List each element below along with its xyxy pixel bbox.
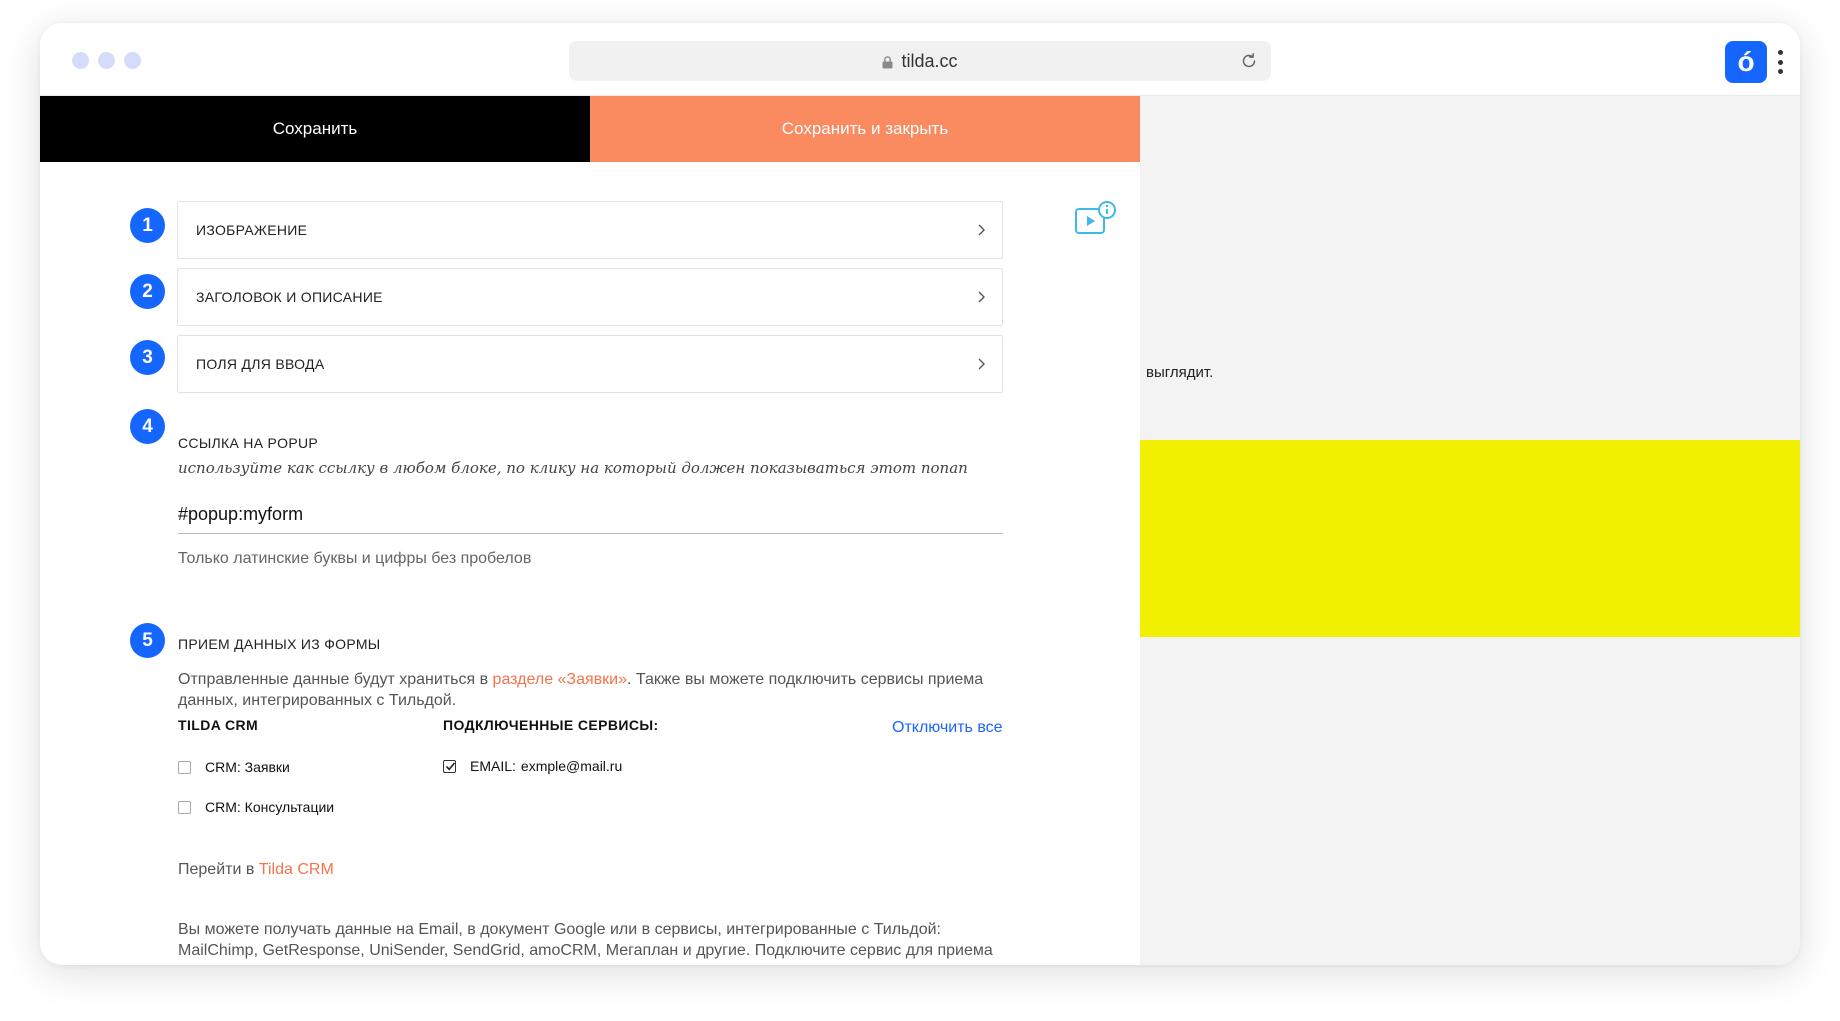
accordion-image-label: ИЗОБРАЖЕНИЕ: [196, 222, 308, 238]
window-controls: [72, 52, 141, 69]
lock-icon: [882, 55, 893, 68]
accordion-image[interactable]: ИЗОБРАЖЕНИЕ: [177, 201, 1003, 259]
url-text: tilda.cc: [901, 50, 958, 71]
integrations-text: Вы можете получать данные на Email, в до…: [178, 921, 993, 959]
preview-text: выглядит.: [1146, 364, 1214, 381]
preview-yellow-block: [1140, 440, 1800, 637]
form-data-title: ПРИЕМ ДАННЫХ ИЗ ФОРМЫ: [178, 636, 381, 652]
popup-link-hint: используйте как ссылку в любом блоке, по…: [178, 459, 968, 477]
accordion-heading-label: ЗАГОЛОВОК И ОПИСАНИЕ: [196, 289, 383, 305]
service-email-checkbox[interactable]: [443, 759, 456, 773]
crm-option-consultations[interactable]: CRM: Консультации: [178, 799, 334, 815]
save-and-close-button[interactable]: Сохранить и закрыть: [590, 96, 1140, 162]
accordion-heading[interactable]: ЗАГОЛОВОК И ОПИСАНИЕ: [177, 268, 1003, 326]
step-number-4: 4: [130, 409, 165, 444]
crm-option-requests[interactable]: CRM: Заявки: [178, 759, 290, 775]
crm-requests-checkbox[interactable]: [178, 760, 191, 774]
step-number-2: 2: [130, 274, 165, 309]
chevron-right-icon: [978, 358, 985, 370]
step-number-5: 5: [130, 623, 165, 658]
video-help-icon[interactable]: [1074, 200, 1118, 240]
chevron-right-icon: [978, 224, 985, 236]
step-number-3: 3: [130, 340, 165, 375]
chevron-right-icon: [978, 291, 985, 303]
popup-link-title: ССЫЛКА НА POPUP: [178, 435, 319, 451]
crm-consultations-label: CRM: Консультации: [205, 799, 335, 815]
brand-extension-button[interactable]: ó: [1725, 41, 1767, 83]
kebab-menu-icon[interactable]: [1777, 50, 1783, 74]
form-data-intro: Отправленные данные будут храниться в ра…: [178, 669, 1008, 711]
window-close-dot[interactable]: [72, 52, 89, 69]
window-minimize-dot[interactable]: [98, 52, 115, 69]
save-bar: Сохранить Сохранить и закрыть: [40, 96, 1140, 162]
popup-link-input[interactable]: [178, 496, 1003, 534]
settings-panel: Сохранить Сохранить и закрыть 1 ИЗОБРАЖЕ…: [40, 96, 1140, 965]
accordion-input-fields-label: ПОЛЯ ДЛЯ ВВОДА: [196, 356, 325, 372]
brand-letter: ó: [1737, 46, 1755, 77]
save-button[interactable]: Сохранить: [40, 96, 590, 162]
goto-crm-line: Перейти в Tilda CRM: [178, 859, 1008, 880]
browser-window: tilda.cc ó Сохранить Сохранить и закрыть…: [40, 23, 1800, 965]
connected-services-header: ПОДКЛЮЧЕННЫЕ СЕРВИСЫ:: [443, 717, 659, 733]
service-email-option[interactable]: EMAIL: exmple@mail.ru: [443, 758, 622, 774]
checkmark-icon: [445, 761, 456, 770]
accordion-input-fields[interactable]: ПОЛЯ ДЛЯ ВВОДА: [177, 335, 1003, 393]
form-data-intro-before: Отправленные данные будут храниться в: [178, 671, 493, 688]
service-email-value: exmple@mail.ru: [520, 758, 623, 774]
goto-crm-prefix: Перейти в: [178, 861, 259, 878]
address-bar[interactable]: tilda.cc: [569, 41, 1271, 81]
crm-requests-label: CRM: Заявки: [205, 759, 290, 775]
window-maximize-dot[interactable]: [124, 52, 141, 69]
disconnect-all-link[interactable]: Отключить все: [892, 719, 1003, 737]
tilda-crm-header: TILDA CRM: [178, 717, 259, 733]
service-email-prefix: EMAIL:: [470, 758, 516, 774]
requests-section-link[interactable]: разделе «Заявки»: [493, 671, 627, 688]
popup-link-note: Только латинские буквы и цифры без пробе…: [178, 550, 532, 567]
page-preview: выглядит.: [1140, 96, 1800, 965]
step-number-1: 1: [130, 208, 165, 243]
browser-toolbar: tilda.cc ó: [40, 23, 1800, 96]
tilda-crm-link[interactable]: Tilda CRM: [259, 861, 334, 878]
reload-icon[interactable]: [1239, 51, 1259, 71]
crm-consultations-checkbox[interactable]: [178, 800, 191, 814]
